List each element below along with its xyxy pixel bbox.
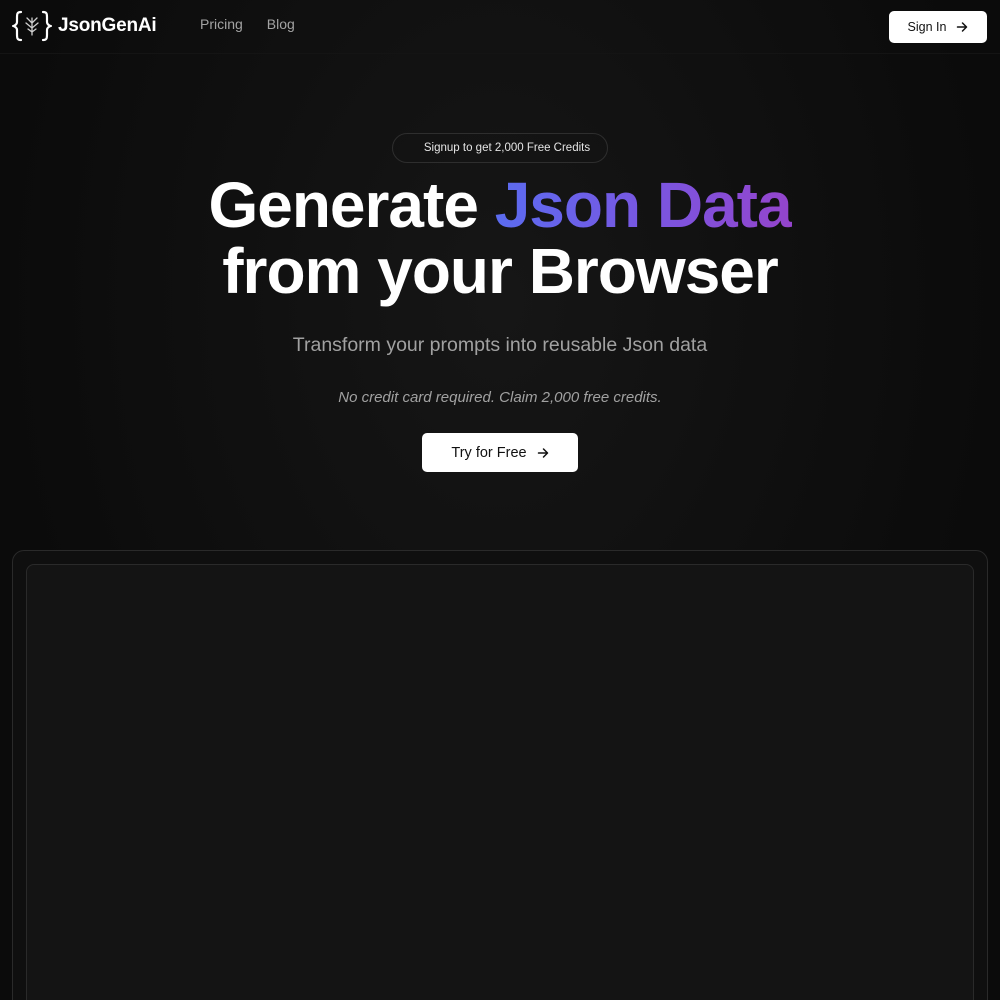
arrow-right-icon [957,22,968,32]
nav-link-blog[interactable]: Blog [267,16,295,32]
brand-name: JsonGenAi [58,15,157,36]
nav-link-pricing[interactable]: Pricing [200,16,243,32]
landing-page: JsonGenAi Pricing Blog Sign In Signup to… [0,0,1000,1000]
brand-logo[interactable]: JsonGenAi [12,10,157,42]
hero-headline: Generate Json Data from your Browser [0,172,1000,304]
try-for-free-button[interactable]: Try for Free [422,433,578,472]
try-for-free-label: Try for Free [451,444,527,461]
headline-accent: Json Data [494,169,793,241]
braces-tree-icon [12,10,52,42]
hero-subtitle: Transform your prompts into reusable Jso… [292,334,708,356]
top-navbar: JsonGenAi Pricing Blog Sign In [0,0,1000,54]
sign-in-button[interactable]: Sign In [889,11,987,43]
headline-part1: Generate [208,169,495,241]
badge-text: Signup to get 2,000 Free Credits [423,142,591,154]
free-credits-badge[interactable]: Signup to get 2,000 Free Credits [392,133,608,163]
sign-in-label: Sign In [907,20,947,34]
main-nav: Pricing Blog [200,16,295,32]
preview-panel [26,564,974,1000]
headline-part2: from your Browser [222,235,779,307]
arrow-right-icon [537,447,548,458]
hero-note: No credit card required. Claim 2,000 fre… [338,389,662,406]
